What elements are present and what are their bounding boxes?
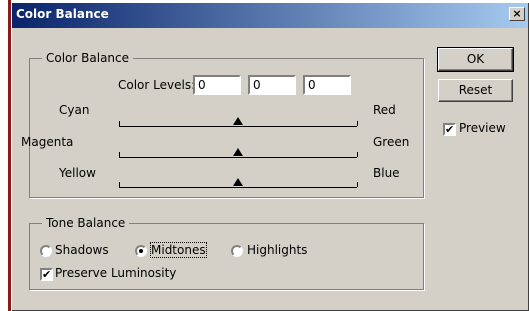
title-bar[interactable]: Color Balance × (12, 3, 528, 28)
color-balance-group-label: Color Balance (42, 51, 134, 65)
green-label: Green (373, 135, 410, 149)
close-button[interactable]: × (509, 7, 525, 21)
preserve-luminosity-label[interactable]: Preserve Luminosity (55, 266, 176, 280)
window-title: Color Balance (16, 7, 109, 21)
slider-track (119, 187, 357, 188)
shadows-radio[interactable] (40, 245, 52, 257)
color-balance-dialog: Color Balance × Color Balance Color Leve… (12, 0, 529, 311)
slider-tick (119, 121, 120, 126)
slider-tick (119, 152, 120, 157)
preview-checkbox[interactable]: ✔ (443, 123, 456, 136)
cyan-label: Cyan (59, 103, 90, 117)
check-mark-icon: ✔ (445, 123, 455, 136)
yellow-blue-slider-thumb[interactable] (233, 178, 243, 186)
highlights-radio[interactable] (231, 245, 243, 257)
slider-track (119, 126, 357, 127)
color-level-magenta-green-input[interactable]: 0 (248, 75, 296, 95)
highlights-label[interactable]: Highlights (247, 243, 307, 257)
magenta-green-slider-thumb[interactable] (233, 148, 243, 156)
color-level-yellow-blue-input[interactable]: 0 (303, 75, 351, 95)
background-window-edge (0, 0, 12, 311)
midtones-label[interactable]: Midtones (150, 242, 207, 258)
ok-button[interactable]: OK (437, 47, 514, 72)
background-window-border (8, 0, 11, 311)
slider-track (119, 157, 357, 158)
shadows-label[interactable]: Shadows (55, 243, 109, 257)
blue-label: Blue (373, 166, 400, 180)
check-mark-icon: ✔ (42, 268, 52, 281)
red-label: Red (373, 103, 396, 117)
preview-label[interactable]: Preview (459, 121, 506, 135)
cyan-red-slider-thumb[interactable] (233, 117, 243, 125)
slider-tick (357, 152, 358, 157)
slider-tick (357, 121, 358, 126)
reset-button[interactable]: Reset (438, 79, 513, 102)
tone-balance-group-label: Tone Balance (42, 216, 130, 230)
preserve-luminosity-checkbox[interactable]: ✔ (40, 268, 53, 281)
yellow-label: Yellow (59, 166, 96, 180)
midtones-radio[interactable] (135, 245, 147, 257)
magenta-label: Magenta (21, 135, 74, 149)
slider-tick (357, 182, 358, 187)
close-icon: × (512, 7, 522, 20)
slider-tick (119, 182, 120, 187)
color-level-cyan-red-input[interactable]: 0 (193, 75, 241, 95)
color-levels-label: Color Levels: (118, 78, 196, 92)
